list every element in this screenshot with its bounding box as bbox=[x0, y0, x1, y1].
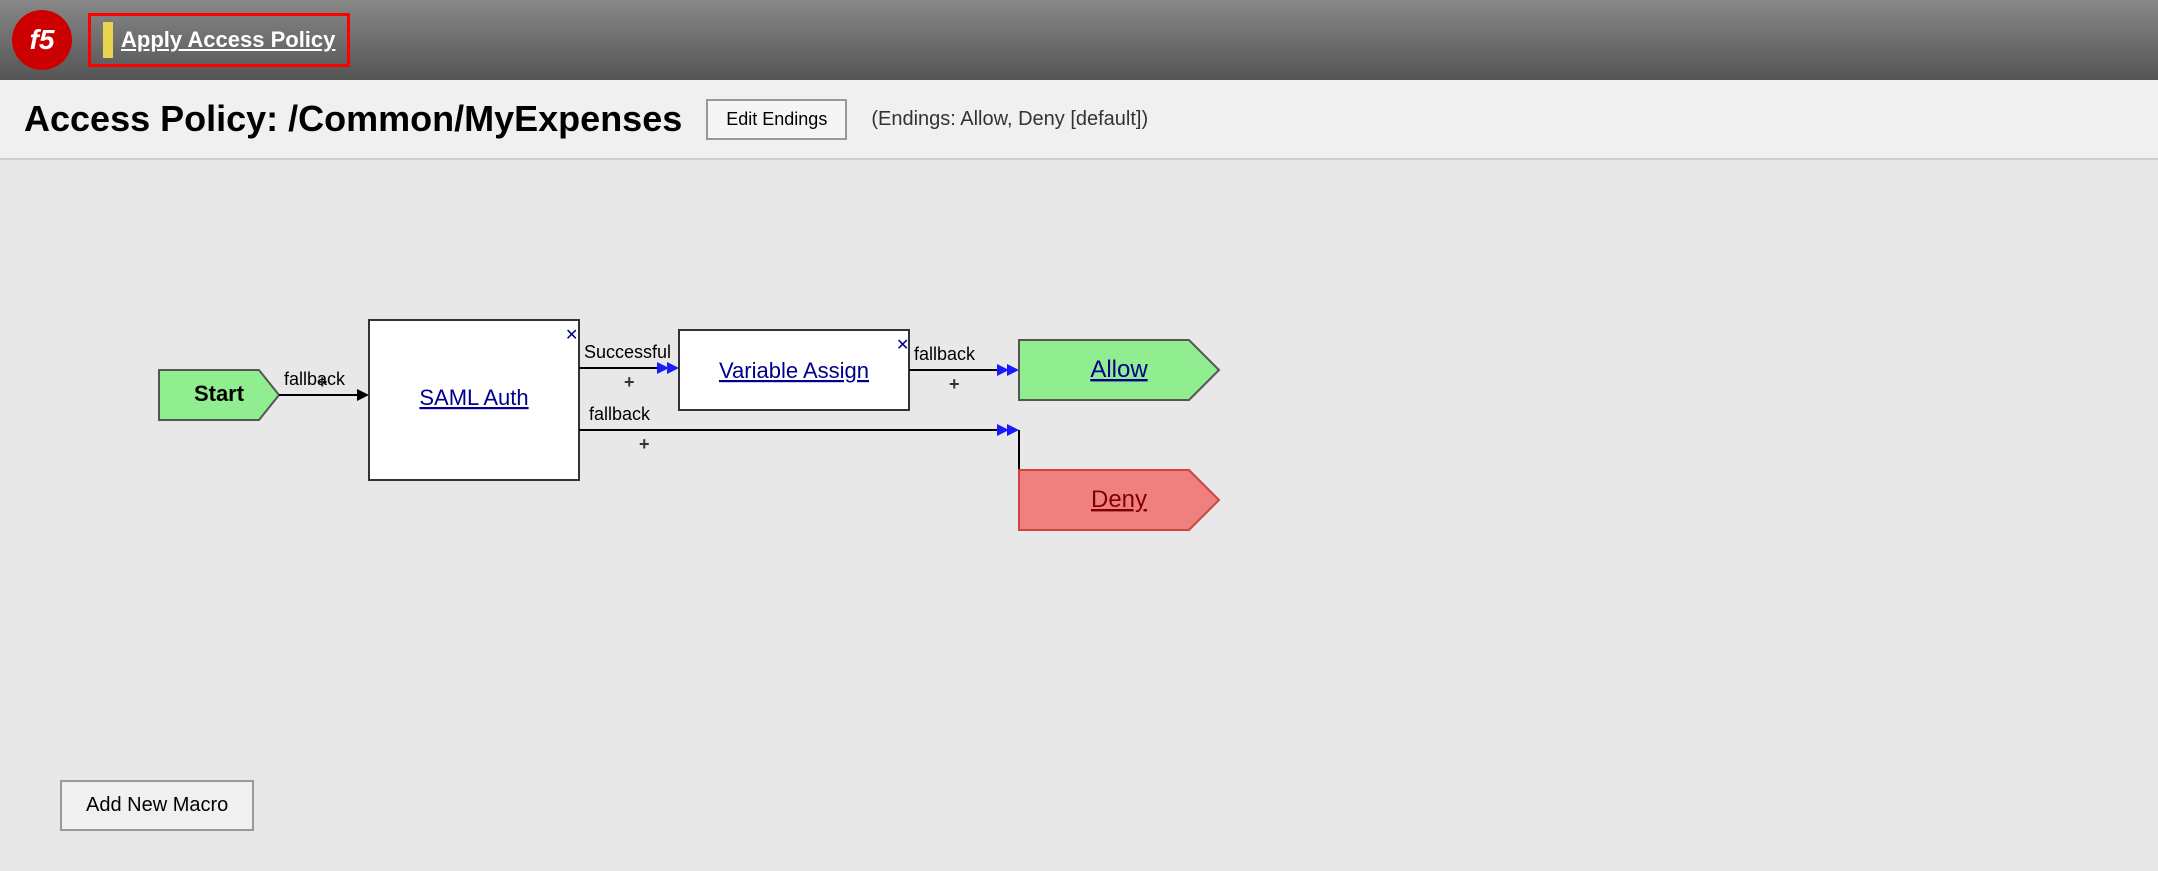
add-new-macro-button[interactable]: Add New Macro bbox=[60, 780, 254, 831]
add-macro-section: Add New Macro bbox=[0, 740, 2158, 871]
svg-text:+: + bbox=[949, 374, 960, 394]
svg-text:fallback: fallback bbox=[589, 404, 651, 424]
yellow-bar-icon bbox=[103, 22, 113, 58]
apply-policy-button[interactable]: Apply Access Policy bbox=[88, 13, 350, 67]
svg-text:fallback: fallback bbox=[914, 344, 976, 364]
saml-auth-node-label[interactable]: SAML Auth bbox=[419, 385, 528, 410]
edit-endings-button[interactable]: Edit Endings bbox=[706, 99, 847, 140]
policy-title: Access Policy: /Common/MyExpenses bbox=[24, 98, 682, 140]
start-node-label: Start bbox=[194, 381, 245, 406]
endings-info: (Endings: Allow, Deny [default]) bbox=[871, 108, 1148, 131]
variable-assign-node-label[interactable]: Variable Assign bbox=[719, 358, 869, 383]
policy-title-bar: Access Policy: /Common/MyExpenses Edit E… bbox=[0, 80, 2158, 160]
svg-text:Successful: Successful bbox=[584, 342, 671, 362]
svg-text:+: + bbox=[639, 434, 650, 454]
svg-text:fallback: fallback bbox=[284, 369, 346, 389]
header: f5 Apply Access Policy bbox=[0, 0, 2158, 80]
saml-auth-close-icon[interactable]: ✕ bbox=[565, 327, 578, 344]
svg-text:+: + bbox=[624, 372, 635, 392]
flow-diagram: Start + fallback SAML Auth ✕ Successful … bbox=[129, 220, 2029, 620]
allow-node-label[interactable]: Allow bbox=[1090, 356, 1148, 383]
f5-logo: f5 bbox=[12, 10, 72, 70]
deny-node-label[interactable]: Deny bbox=[1091, 486, 1147, 513]
variable-assign-close-icon[interactable]: ✕ bbox=[896, 337, 909, 354]
apply-policy-label: Apply Access Policy bbox=[121, 27, 335, 53]
flow-canvas: Start + fallback SAML Auth ✕ Successful … bbox=[0, 160, 2158, 740]
